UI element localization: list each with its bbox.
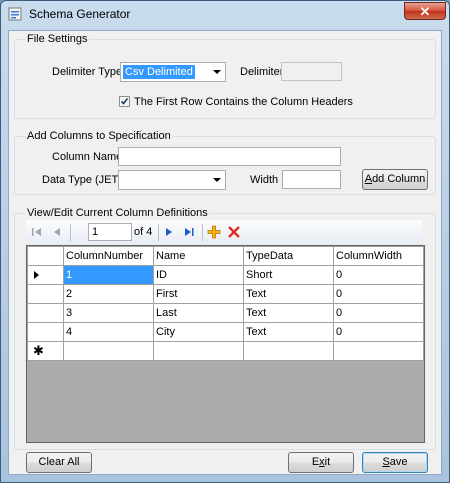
toolbar-separator (158, 224, 159, 241)
width-input[interactable] (282, 170, 341, 189)
header-checkbox-label[interactable]: The First Row Contains the Column Header… (134, 96, 353, 108)
close-button[interactable]: ✕ (404, 2, 446, 20)
column-definitions-grid[interactable]: ColumnNumber Name TypeData ColumnWidth 1… (26, 245, 425, 443)
clear-all-button[interactable]: Clear All (26, 452, 92, 473)
close-icon: ✕ (419, 4, 431, 19)
column-header[interactable]: Name (153, 246, 244, 266)
delimiter-field[interactable] (281, 62, 342, 81)
grid-cell[interactable]: 1 (63, 265, 154, 285)
grid-cell[interactable]: 3 (63, 303, 154, 323)
move-first-icon[interactable] (30, 225, 44, 239)
row-header[interactable] (27, 322, 64, 342)
delimiter-label: Delimiter (240, 66, 284, 78)
add-column-label-rest: dd Column (372, 173, 426, 185)
grid-cell[interactable] (333, 341, 424, 361)
data-type-select[interactable] (118, 170, 226, 190)
save-button[interactable]: Save (362, 452, 428, 473)
save-mnemonic: S (382, 456, 390, 468)
table-row[interactable]: 2 First Text 0 (27, 284, 424, 304)
grid-cell[interactable]: 4 (63, 322, 154, 342)
grid-corner[interactable] (27, 246, 64, 266)
save-label-rest: ave (389, 456, 408, 468)
app-icon (8, 7, 22, 21)
chevron-down-icon (213, 70, 221, 74)
delete-icon[interactable] (227, 225, 241, 239)
grid-cell[interactable] (63, 341, 154, 361)
grid-cell[interactable]: 0 (333, 322, 424, 342)
move-last-icon[interactable] (182, 225, 196, 239)
grid-cell[interactable]: 2 (63, 284, 154, 304)
column-name-label: Column Name (52, 151, 123, 163)
definitions-title: View/Edit Current Column Definitions (26, 207, 209, 219)
checkmark-icon (120, 98, 129, 105)
grid-header-row: ColumnNumber Name TypeData ColumnWidth (27, 246, 424, 266)
new-row-icon: ✱ (33, 343, 44, 358)
add-new-icon[interactable] (207, 225, 221, 239)
client-area: File Settings Delimiter Type Csv Delimit… (8, 30, 442, 475)
column-name-input[interactable] (118, 147, 341, 166)
grid-table: ColumnNumber Name TypeData ColumnWidth 1… (27, 246, 424, 361)
record-count-label: of 4 (134, 226, 153, 238)
app-window: Schema Generator ✕ File Settings Delimit… (0, 0, 450, 483)
grid-cell[interactable]: Last (153, 303, 244, 323)
delimiter-type-select[interactable]: Csv Delimited (120, 62, 226, 82)
column-header[interactable]: TypeData (243, 246, 334, 266)
row-header[interactable]: ✱ (27, 341, 64, 361)
delimiter-type-label: Delimiter Type (52, 66, 123, 78)
column-header[interactable]: ColumnNumber (63, 246, 154, 266)
column-header[interactable]: ColumnWidth (333, 246, 424, 266)
grid-cell[interactable]: 0 (333, 265, 424, 285)
new-row[interactable]: ✱ (27, 341, 424, 361)
add-columns-title: Add Columns to Specification (26, 130, 172, 142)
window-title: Schema Generator (29, 7, 131, 21)
binding-navigator: 1 of 4 (26, 220, 422, 245)
grid-cell[interactable]: 0 (333, 284, 424, 304)
row-header[interactable] (27, 265, 64, 285)
position-input[interactable]: 1 (88, 223, 132, 241)
move-next-icon[interactable] (162, 225, 176, 239)
table-row[interactable]: 3 Last Text 0 (27, 303, 424, 323)
grid-cell[interactable]: City (153, 322, 244, 342)
grid-cell[interactable]: 0 (333, 303, 424, 323)
data-type-label: Data Type (JET) (42, 174, 122, 186)
grid-cell[interactable]: Short (243, 265, 334, 285)
toolbar-separator (202, 224, 203, 241)
grid-cell[interactable]: First (153, 284, 244, 304)
width-label: Width (250, 174, 279, 186)
grid-cell[interactable]: ID (153, 265, 244, 285)
add-column-button[interactable]: Add Column (362, 169, 428, 190)
table-row[interactable]: 1 ID Short 0 (27, 265, 424, 285)
add-column-mnemonic: A (364, 173, 373, 185)
move-previous-icon[interactable] (50, 225, 64, 239)
file-settings-title: File Settings (26, 33, 89, 45)
toolbar-separator (70, 224, 71, 241)
chevron-down-icon (213, 178, 221, 182)
grid-cell[interactable] (243, 341, 334, 361)
grid-cell[interactable] (153, 341, 244, 361)
grid-cell[interactable]: Text (243, 322, 334, 342)
exit-button[interactable]: Exit (288, 452, 354, 473)
grid-cell[interactable]: Text (243, 303, 334, 323)
exit-label-rest: it (324, 456, 331, 468)
header-checkbox[interactable] (119, 96, 130, 107)
grid-cell[interactable]: Text (243, 284, 334, 304)
delimiter-type-value: Csv Delimited (123, 65, 195, 79)
title-bar[interactable]: Schema Generator ✕ (1, 1, 449, 27)
row-header[interactable] (27, 303, 64, 323)
row-header[interactable] (27, 284, 64, 304)
current-row-icon (34, 271, 39, 279)
table-row[interactable]: 4 City Text 0 (27, 322, 424, 342)
